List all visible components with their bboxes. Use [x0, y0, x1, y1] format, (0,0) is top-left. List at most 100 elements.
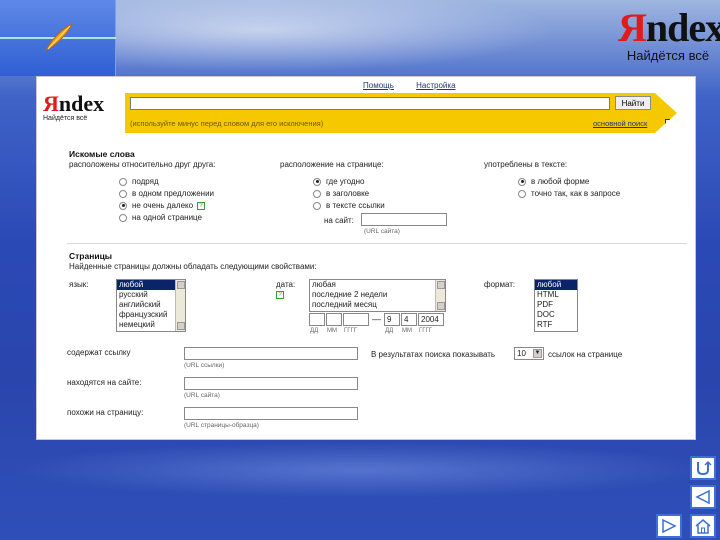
format-option[interactable]: PDF — [535, 300, 577, 310]
radio-button-selected[interactable] — [119, 201, 127, 210]
radio-button[interactable] — [119, 189, 127, 198]
radio-button[interactable] — [119, 177, 127, 186]
settings-link[interactable]: Настройка — [416, 81, 455, 90]
panel-logo-word: Яndex — [43, 93, 107, 115]
home-button[interactable] — [690, 514, 716, 538]
date-to-month[interactable]: 4 — [401, 313, 417, 326]
scroll-up-icon[interactable] — [437, 281, 445, 289]
date-field-label: ГГГГ — [419, 328, 432, 334]
date-field-label: ММ — [327, 328, 337, 334]
top-links: Помощь Настройка — [363, 81, 476, 90]
logo-letters: ndex — [645, 5, 720, 50]
date-from-year[interactable] — [343, 313, 369, 326]
site-input[interactable] — [361, 213, 447, 226]
contains-link-input[interactable] — [184, 347, 358, 360]
date-option[interactable]: последний месяц — [310, 300, 445, 310]
scroll-down-icon[interactable] — [177, 322, 185, 330]
pages-section-subtitle: Найденные страницы должны обладать следу… — [69, 262, 317, 271]
format-option[interactable]: любой — [535, 280, 577, 290]
on-site-input[interactable] — [184, 377, 358, 390]
location-option[interactable]: где угодно — [313, 176, 364, 187]
results-count-value: 10 — [517, 349, 526, 358]
site-hint: (URL сайта) — [364, 228, 400, 235]
back-button[interactable] — [690, 485, 716, 509]
date-to-year[interactable]: 2004 — [418, 313, 444, 326]
on-site-hint: (URL сайта) — [184, 392, 220, 399]
radio-button[interactable] — [119, 213, 127, 222]
format-option[interactable]: RTF — [535, 320, 577, 330]
language-label: язык: — [69, 280, 89, 289]
words-section-subtitle: расположены относительно друг друга: — [69, 160, 216, 169]
return-button[interactable] — [690, 456, 716, 480]
date-to-day[interactable]: 9 — [384, 313, 400, 326]
scroll-down-icon[interactable] — [437, 302, 445, 310]
usage-option[interactable]: в любой форме — [518, 176, 589, 187]
collapse-icon[interactable] — [665, 119, 674, 127]
logo-letter-ya: Я — [618, 5, 647, 50]
scrollbar[interactable] — [175, 280, 185, 331]
radio-button-selected[interactable] — [518, 177, 526, 186]
date-option[interactable]: последние 2 недели — [310, 290, 445, 300]
similar-hint: (URL страницы-образца) — [184, 422, 259, 429]
radio-button[interactable] — [518, 189, 526, 198]
radio-button[interactable] — [313, 201, 321, 210]
back-arrow-icon — [695, 489, 710, 505]
site-label: на сайт: — [324, 216, 354, 225]
logo-tagline: Найдётся всё — [626, 48, 710, 63]
search-bar-band: Найти (используйте минус перед словом дл… — [125, 93, 677, 133]
usage-option-label: точно так, как в запросе — [531, 189, 621, 198]
proximity-option[interactable]: на одной странице — [119, 212, 202, 223]
basic-search-link[interactable]: основной поиск — [593, 119, 647, 128]
date-from-day[interactable] — [309, 313, 325, 326]
similar-input[interactable] — [184, 407, 358, 420]
results-count-select[interactable]: 10 ▼ — [514, 347, 544, 360]
radio-button-selected[interactable] — [313, 177, 321, 186]
format-listbox[interactable]: любой HTML PDF DOC RTF — [534, 279, 578, 332]
help-icon[interactable]: ? — [276, 291, 284, 299]
date-field-label: ДД — [310, 328, 319, 334]
scroll-up-icon[interactable] — [177, 281, 185, 289]
search-input[interactable] — [130, 97, 610, 110]
return-icon — [697, 460, 712, 476]
location-option[interactable]: в тексте ссылки — [313, 200, 385, 211]
proximity-option-label: в одном предложении — [132, 189, 214, 198]
pages-section-title: Страницы — [69, 251, 113, 261]
words-section-title: Искомые слова — [69, 149, 135, 159]
usage-option[interactable]: точно так, как в запросе — [518, 188, 620, 199]
location-option-label: в тексте ссылки — [326, 201, 385, 210]
find-button[interactable]: Найти — [615, 96, 651, 110]
format-option[interactable]: HTML — [535, 290, 577, 300]
feather-logo-icon — [44, 22, 74, 52]
panel-logo-letter-ya: Я — [43, 91, 59, 116]
similar-label: похожи на страницу: — [67, 408, 144, 417]
chevron-down-icon[interactable]: ▼ — [533, 349, 542, 358]
date-from-month[interactable] — [326, 313, 342, 326]
proximity-option[interactable]: в одном предложении — [119, 188, 214, 199]
scrollbar[interactable] — [435, 280, 445, 311]
corner-decoration — [0, 0, 116, 76]
forward-arrow-icon — [662, 518, 677, 534]
proximity-option[interactable]: не очень далеко ? — [119, 200, 206, 211]
date-option[interactable]: любая — [310, 280, 445, 290]
usage-option-label: в любой форме — [531, 177, 590, 186]
radio-button[interactable] — [313, 189, 321, 198]
location-option[interactable]: в заголовке — [313, 188, 369, 199]
forward-button[interactable] — [656, 514, 682, 538]
date-listbox[interactable]: любая последние 2 недели последний месяц — [309, 279, 446, 312]
panel-logo-tagline: Найдётся всё — [43, 115, 88, 122]
help-link[interactable]: Помощь — [363, 81, 394, 90]
usage-label: употреблены в тексте: — [484, 160, 568, 169]
logo-word: Яndex — [618, 2, 720, 54]
location-label: расположение на странице: — [280, 160, 384, 169]
help-icon[interactable]: ? — [197, 201, 206, 210]
panel-yandex-logo[interactable]: Яndex Найдётся всё — [43, 93, 107, 123]
home-icon — [695, 519, 711, 534]
contains-link-label: содержат ссылку — [67, 348, 131, 357]
proximity-option[interactable]: подряд — [119, 176, 159, 187]
advanced-search-panel: Помощь Настройка Яndex Найдётся всё Найт… — [36, 76, 696, 440]
format-option[interactable]: DOC — [535, 310, 577, 320]
language-listbox[interactable]: любой русский английский французский нем… — [116, 279, 186, 332]
panel-logo-letters: ndex — [58, 91, 105, 116]
results-prefix: В результатах поиска показывать — [371, 350, 496, 359]
on-site-label: находятся на сайте: — [67, 378, 142, 387]
